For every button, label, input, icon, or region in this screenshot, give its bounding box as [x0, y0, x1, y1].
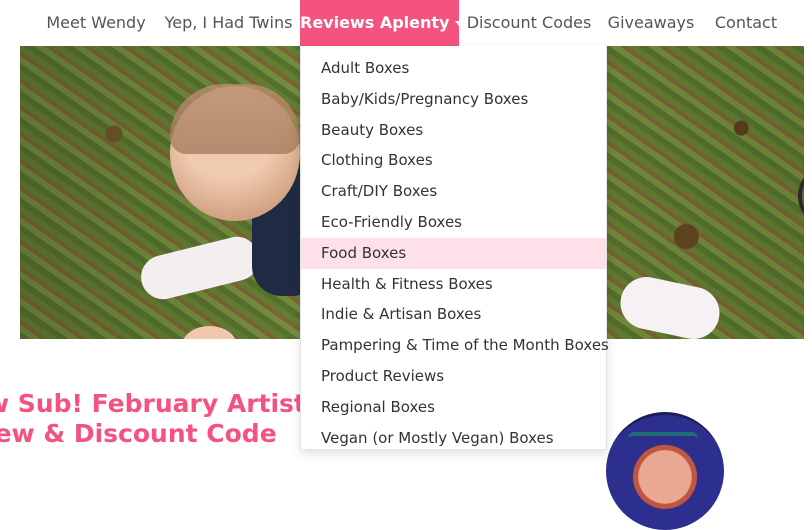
post-title-line: iew & Discount Code [0, 419, 277, 448]
dropdown-item-adult[interactable]: Adult Boxes [301, 53, 606, 84]
dropdown-item-product-reviews[interactable]: Product Reviews [301, 361, 606, 392]
dropdown-item-regional[interactable]: Regional Boxes [301, 392, 606, 423]
dropdown-item-pampering[interactable]: Pampering & Time of the Month Boxes [301, 330, 609, 361]
dropdown-item-baby-kids[interactable]: Baby/Kids/Pregnancy Boxes [301, 84, 606, 115]
nav-item-label: Meet Wendy [46, 13, 146, 32]
nav-item-meet-wendy[interactable]: Meet Wendy [36, 0, 156, 46]
nav-item-label: Giveaways [607, 13, 695, 32]
nav-item-twins[interactable]: Yep, I Had Twins [156, 0, 301, 46]
nav-item-contact[interactable]: Contact [703, 0, 789, 46]
dropdown-item-craft-diy[interactable]: Craft/DIY Boxes [301, 176, 606, 207]
post-title[interactable]: w Sub! February Artistry iew & Discount … [0, 389, 335, 449]
dropdown-item-clothing[interactable]: Clothing Boxes [301, 145, 606, 176]
dropdown-item-food[interactable]: Food Boxes [301, 237, 606, 269]
glasses-icon [628, 432, 698, 448]
nav-item-reviews-aplenty[interactable]: Reviews Aplenty [300, 0, 464, 46]
nav-item-label: Contact [714, 13, 778, 32]
dropdown-item-indie-artisan[interactable]: Indie & Artisan Boxes [301, 299, 606, 330]
nav-item-label: Discount Codes [466, 13, 592, 32]
dropdown-item-health-fitness[interactable]: Health & Fitness Boxes [301, 269, 606, 300]
dropdown-item-beauty[interactable]: Beauty Boxes [301, 115, 606, 146]
nav-item-label: Yep, I Had Twins [164, 13, 293, 32]
dropdown-item-vegan[interactable]: Vegan (or Mostly Vegan) Boxes [301, 423, 606, 454]
reviews-dropdown-menu: Adult Boxes Baby/Kids/Pregnancy Boxes Be… [300, 46, 609, 450]
post-title-line: w Sub! February Artistry [0, 389, 335, 418]
nav-item-label: Reviews Aplenty [300, 13, 450, 32]
nav-item-giveaways[interactable]: Giveaways [599, 0, 703, 46]
main-nav: Meet Wendy Yep, I Had Twins Reviews Aple… [0, 0, 812, 46]
dropdown-item-eco-friendly[interactable]: Eco-Friendly Boxes [301, 207, 606, 238]
author-avatar [606, 412, 724, 530]
nav-item-discount-codes[interactable]: Discount Codes [459, 0, 599, 46]
